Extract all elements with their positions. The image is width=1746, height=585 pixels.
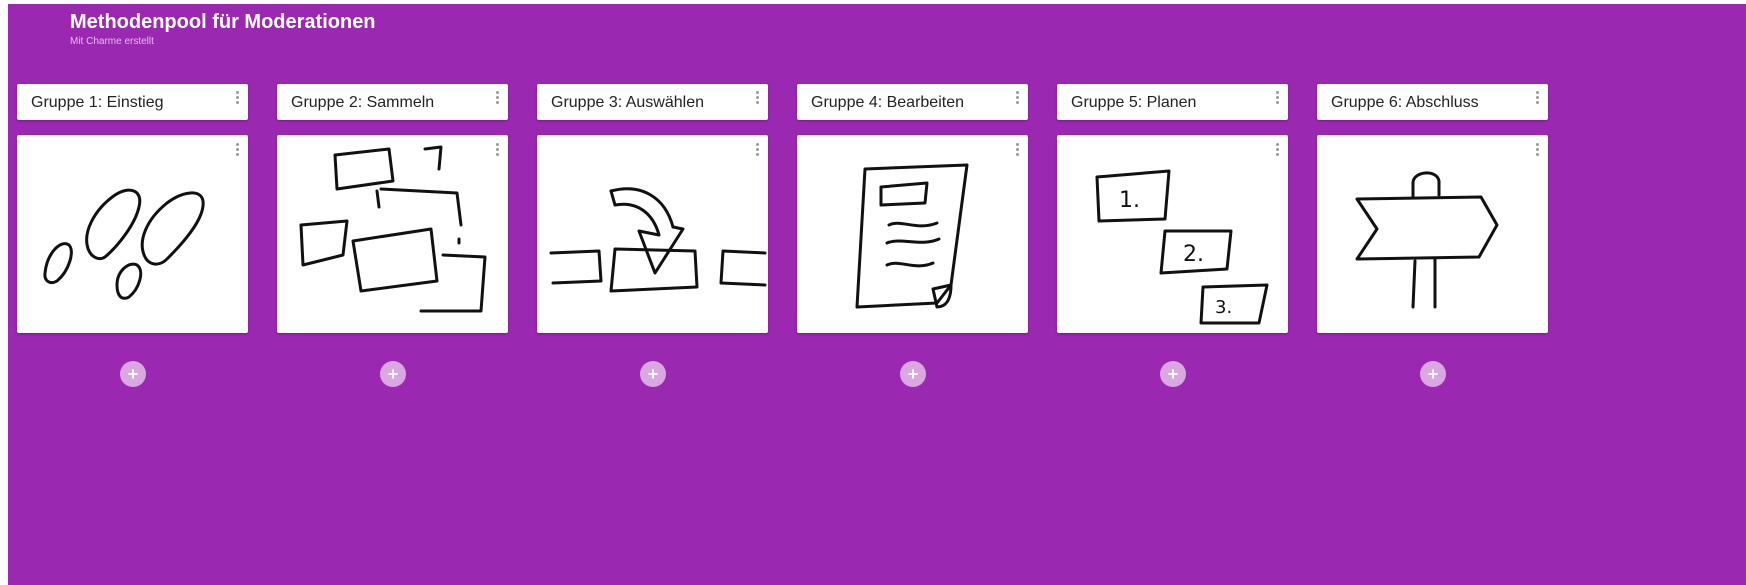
column-header[interactable]: Gruppe 3: Auswählen — [537, 84, 768, 120]
add-post-button[interactable]: + — [380, 361, 406, 387]
column-menu-icon[interactable] — [230, 90, 244, 106]
column-title: Gruppe 6: Abschluss — [1331, 94, 1479, 111]
post-card[interactable]: 1. 2. 3. — [1057, 135, 1288, 333]
column-header[interactable]: Gruppe 6: Abschluss — [1317, 84, 1548, 120]
add-post-button[interactable]: + — [900, 361, 926, 387]
add-post-button[interactable]: + — [120, 361, 146, 387]
column-menu-icon[interactable] — [1010, 90, 1024, 106]
column-planen: Gruppe 5: Planen 1. 2. 3. + — [1057, 84, 1288, 394]
board-header: Methodenpool für Moderationen Mit Charme… — [70, 10, 376, 49]
column-header[interactable]: Gruppe 4: Bearbeiten — [797, 84, 1028, 120]
post-card[interactable] — [17, 135, 248, 333]
board-subtitle: Mit Charme erstellt — [70, 36, 154, 47]
numbered-steps-icon: 1. 2. 3. — [1095, 169, 1269, 325]
column-abschluss: Gruppe 6: Abschluss + — [1317, 84, 1548, 394]
column-menu-icon[interactable] — [490, 90, 504, 106]
column-title: Gruppe 4: Bearbeiten — [811, 94, 964, 111]
column-header[interactable]: Gruppe 1: Einstieg — [17, 84, 248, 120]
board-canvas: Methodenpool für Moderationen Mit Charme… — [8, 4, 1746, 585]
post-card[interactable] — [277, 135, 508, 333]
column-header[interactable]: Gruppe 2: Sammeln — [277, 84, 508, 120]
post-card[interactable] — [1317, 135, 1548, 333]
post-card[interactable] — [537, 135, 768, 333]
column-title: Gruppe 5: Planen — [1071, 94, 1197, 111]
add-post-button[interactable]: + — [1420, 361, 1446, 387]
document-icon — [855, 163, 969, 309]
step-label-3: 3. — [1215, 297, 1232, 318]
select-arrow-icon — [549, 187, 767, 293]
board-title: Methodenpool für Moderationen — [70, 11, 376, 33]
footprints-icon — [43, 188, 205, 300]
column-header[interactable]: Gruppe 5: Planen — [1057, 84, 1288, 120]
column-menu-icon[interactable] — [1530, 90, 1544, 106]
column-menu-icon[interactable] — [1270, 90, 1284, 106]
column-title: Gruppe 3: Auswählen — [551, 94, 704, 111]
column-title: Gruppe 2: Sammeln — [291, 94, 435, 111]
signpost-icon — [1355, 171, 1499, 309]
scattered-notes-icon — [299, 145, 487, 313]
column-auswaehlen: Gruppe 3: Auswählen + — [537, 84, 768, 394]
step-label-2: 2. — [1183, 242, 1204, 267]
add-post-button[interactable]: + — [1160, 361, 1186, 387]
column-bearbeiten: Gruppe 4: Bearbeiten + — [797, 84, 1028, 394]
post-card[interactable] — [797, 135, 1028, 333]
column-sammeln: Gruppe 2: Sammeln + — [277, 84, 508, 394]
column-menu-icon[interactable] — [750, 90, 764, 106]
column-einstieg: Gruppe 1: Einstieg + — [17, 84, 248, 394]
column-title: Gruppe 1: Einstieg — [31, 94, 164, 111]
step-label-1: 1. — [1119, 188, 1140, 213]
add-post-button[interactable]: + — [640, 361, 666, 387]
